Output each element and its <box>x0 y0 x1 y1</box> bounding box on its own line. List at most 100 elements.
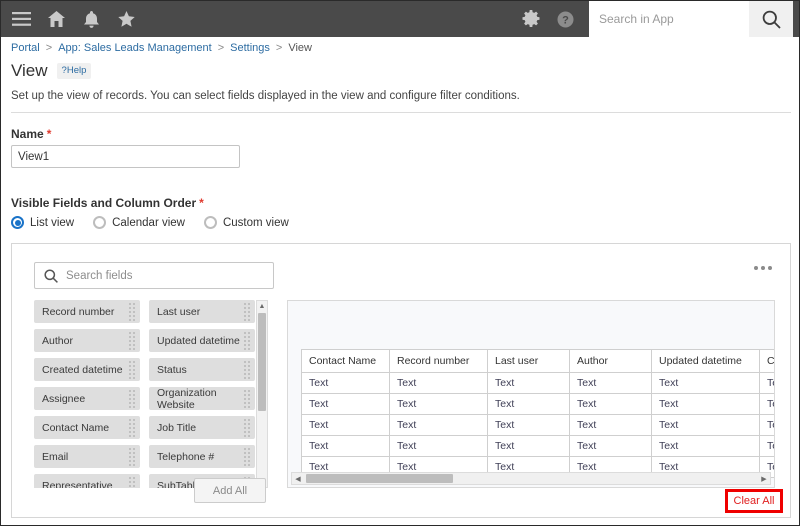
search-fields-input[interactable]: Search fields <box>34 262 274 289</box>
dot <box>761 266 765 270</box>
field-chip[interactable]: Organization Website <box>149 387 255 410</box>
scroll-right-arrow-icon[interactable]: ▶ <box>758 473 770 484</box>
grip-dot <box>129 434 131 437</box>
field-chip[interactable]: Created datetime <box>34 358 140 381</box>
field-chip[interactable]: Contact Name <box>34 416 140 439</box>
radio-option-custom-view[interactable]: Custom view <box>203 216 289 229</box>
field-chip[interactable]: Representative <box>34 474 140 488</box>
field-chip[interactable]: Email <box>34 445 140 468</box>
grip-dot <box>133 314 135 317</box>
search-input[interactable]: Search in App <box>589 1 749 37</box>
table-column-header: Record number <box>389 349 488 373</box>
drag-handle-icon[interactable] <box>244 447 250 466</box>
name-input[interactable] <box>11 145 240 168</box>
drag-handle-icon[interactable] <box>129 418 135 437</box>
drag-handle-icon[interactable] <box>129 476 135 489</box>
grip-dot <box>248 360 250 363</box>
drag-handle-icon[interactable] <box>129 302 135 321</box>
grip-dot <box>244 339 246 342</box>
field-chip-label: Updated datetime <box>157 334 240 347</box>
drag-handle-icon[interactable] <box>244 331 250 350</box>
drag-handle-icon[interactable] <box>129 447 135 466</box>
gear-icon[interactable] <box>521 9 541 29</box>
grip-dot <box>244 302 246 305</box>
visible-fields-label: Visible Fields and Column Order * <box>11 196 204 210</box>
grip-dot <box>248 459 250 462</box>
table-cell: Text <box>487 372 570 394</box>
vertical-scroll-thumb[interactable] <box>258 313 266 411</box>
field-chip[interactable]: Status <box>149 358 255 381</box>
grip-dot <box>129 339 131 342</box>
grip-dot <box>129 314 131 317</box>
help-badge[interactable]: ?Help <box>56 63 92 79</box>
drag-handle-icon[interactable] <box>244 360 250 379</box>
radio-button-custom-view[interactable] <box>203 216 217 229</box>
scroll-left-arrow-icon[interactable]: ◀ <box>292 473 304 484</box>
field-chip[interactable]: Updated datetime <box>149 329 255 352</box>
grip-dot <box>133 418 135 421</box>
grip-dot <box>244 306 246 309</box>
drag-handle-icon[interactable] <box>129 389 135 408</box>
grip-dot <box>244 430 246 433</box>
grip-dot <box>129 393 131 396</box>
drag-handle-icon[interactable] <box>129 360 135 379</box>
bell-icon[interactable] <box>81 9 101 29</box>
grip-dot <box>248 372 250 375</box>
field-chip[interactable]: Author <box>34 329 140 352</box>
grip-dot <box>133 339 135 342</box>
grip-dot <box>133 447 135 450</box>
star-icon[interactable] <box>116 9 136 29</box>
field-chip-label: Telephone # <box>157 450 215 463</box>
overflow-menu-icon[interactable] <box>754 266 772 270</box>
grip-dot <box>133 430 135 433</box>
field-chip[interactable]: Assignee <box>34 387 140 410</box>
field-chip[interactable]: Telephone # <box>149 445 255 468</box>
scroll-up-arrow-icon[interactable]: ▲ <box>257 301 267 312</box>
drag-handle-icon[interactable] <box>129 331 135 350</box>
grip-dot <box>133 343 135 346</box>
fields-vertical-scrollbar[interactable]: ▲ ▼ <box>256 300 268 488</box>
preview-horizontal-scrollbar[interactable]: ◀ ▶ <box>291 472 771 485</box>
field-chip[interactable]: Record number <box>34 300 140 323</box>
radio-button-list-view[interactable] <box>11 216 24 229</box>
grip-dot <box>129 418 131 421</box>
header-divider <box>11 112 791 113</box>
grip-dot <box>133 331 135 334</box>
breadcrumb-item-portal[interactable]: Portal <box>11 42 40 54</box>
drag-handle-icon[interactable] <box>244 418 250 437</box>
search-button[interactable] <box>749 1 793 37</box>
breadcrumb-item-app[interactable]: App: Sales Leads Management <box>58 42 212 54</box>
table-cell: Text <box>651 393 760 415</box>
hamburger-menu-icon[interactable] <box>11 9 31 29</box>
table-cell: Text <box>651 372 760 394</box>
table-cell: Text <box>301 372 390 394</box>
clear-all-button[interactable]: Clear All <box>734 495 775 507</box>
horizontal-scroll-thumb[interactable] <box>306 474 453 483</box>
drag-handle-icon[interactable] <box>244 302 250 321</box>
horizontal-scroll-track[interactable] <box>304 473 758 484</box>
breadcrumb-item-settings[interactable]: Settings <box>230 42 270 54</box>
table-cell: Text <box>759 372 774 394</box>
grip-dot <box>244 447 246 450</box>
grip-dot <box>129 389 131 392</box>
view-preview-area: Contact Name Record number Last user Author… <box>287 300 775 488</box>
table-cell: Text <box>389 372 488 394</box>
grip-dot <box>248 368 250 371</box>
grip-dot <box>248 339 250 342</box>
radio-label-calendar-view: Calendar view <box>112 216 185 229</box>
add-all-button[interactable]: Add All <box>194 478 266 503</box>
radio-button-calendar-view[interactable] <box>93 216 107 229</box>
field-chip[interactable]: Last user <box>149 300 255 323</box>
drag-handle-icon[interactable] <box>244 389 250 408</box>
radio-option-calendar-view[interactable]: Calendar view <box>93 216 185 229</box>
table-cell: Text <box>487 435 570 457</box>
table-cell: Text <box>759 414 774 436</box>
home-icon[interactable] <box>46 9 66 29</box>
grip-dot <box>133 302 135 305</box>
grip-dot <box>248 397 250 400</box>
radio-option-list-view[interactable]: List view <box>11 216 74 229</box>
help-icon[interactable]: ? <box>555 9 575 29</box>
field-chip[interactable]: Job Title <box>149 416 255 439</box>
grip-dot <box>129 422 131 425</box>
field-chip-label: Email <box>42 450 69 463</box>
